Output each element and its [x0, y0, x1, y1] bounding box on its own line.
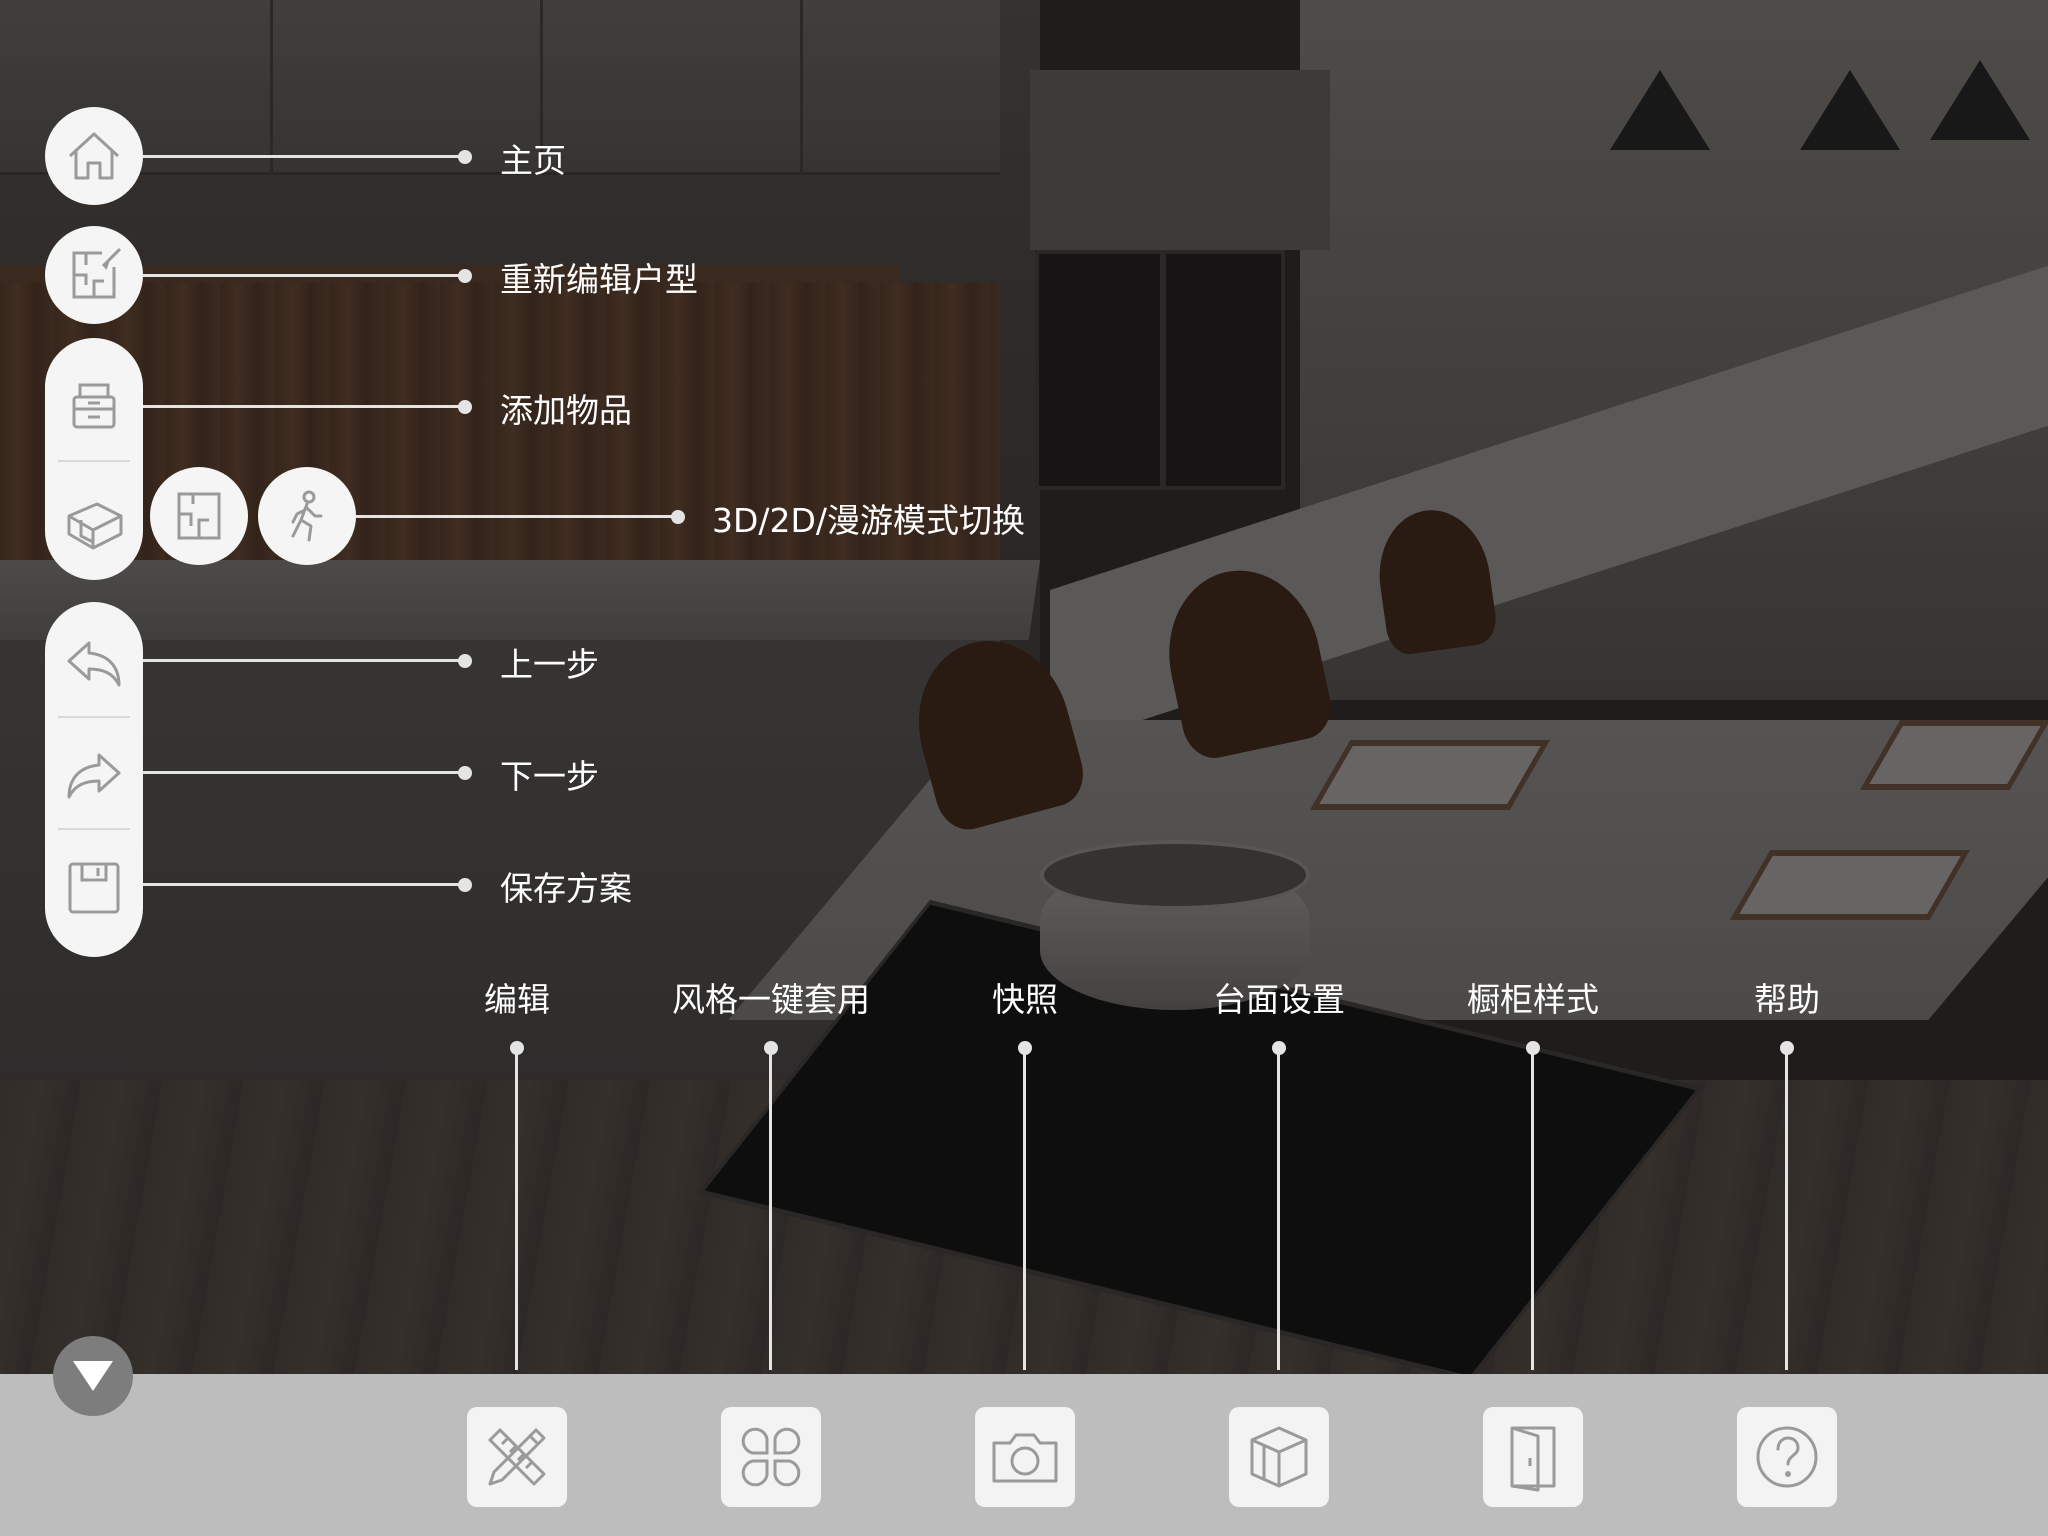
callout-line-undo [143, 659, 463, 662]
callout-line-style [769, 1048, 772, 1370]
save-icon [64, 858, 124, 918]
callout-line-snapshot [1023, 1048, 1026, 1370]
home-icon [64, 126, 124, 186]
home-button[interactable] [45, 107, 143, 205]
callout-line-help [1785, 1048, 1788, 1370]
help-label: 帮助 [1754, 980, 1820, 1019]
add-items-button[interactable] [45, 350, 143, 460]
countertop-label: 台面设置 [1213, 980, 1345, 1019]
redo-label: 下一步 [500, 757, 599, 796]
undo-label: 上一步 [500, 645, 599, 684]
furniture-icon [64, 375, 124, 435]
style-apply-label: 风格一键套用 [672, 980, 870, 1019]
cabinet-style-label: 橱柜样式 [1467, 980, 1599, 1019]
cabinet-style-button[interactable] [1483, 1407, 1583, 1507]
chevron-down-icon [71, 1359, 115, 1393]
save-label: 保存方案 [500, 869, 632, 908]
help-icon [1752, 1422, 1822, 1492]
snapshot-button[interactable] [975, 1407, 1075, 1507]
home-label: 主页 [500, 141, 566, 180]
2d-floorplan-icon [171, 488, 227, 544]
ruler-pencil-icon [482, 1422, 552, 1492]
callout-line-view-mode [356, 515, 676, 518]
save-button[interactable] [45, 833, 143, 943]
callout-line-save [143, 883, 463, 886]
redo-icon [63, 745, 125, 807]
view-mode-label: 3D/2D/漫游模式切换 [712, 501, 1026, 540]
callout-line-countertop [1277, 1048, 1280, 1370]
cube-icon [1244, 1422, 1314, 1492]
3d-mode-button[interactable] [45, 466, 143, 576]
add-and-view-pill [45, 338, 143, 580]
edit-label: 编辑 [484, 980, 550, 1019]
style-grid-icon [735, 1421, 807, 1493]
3d-box-icon [63, 490, 125, 552]
help-button[interactable] [1737, 1407, 1837, 1507]
re-edit-floorplan-label: 重新编辑户型 [500, 260, 698, 299]
floorplan-edit-icon [64, 245, 124, 305]
walk-icon [279, 488, 335, 544]
countertop-button[interactable] [1229, 1407, 1329, 1507]
callout-line-cabinet [1531, 1048, 1534, 1370]
edit-button[interactable] [467, 1407, 567, 1507]
callout-line-edit [515, 1048, 518, 1370]
snapshot-label: 快照 [992, 980, 1058, 1019]
callout-line-re-edit [143, 274, 463, 277]
undo-button[interactable] [45, 609, 143, 719]
undo-icon [63, 633, 125, 695]
callout-line-redo [143, 771, 463, 774]
collapse-toolbar-button[interactable] [53, 1336, 133, 1416]
door-icon [1500, 1422, 1566, 1492]
walk-mode-button[interactable] [258, 467, 356, 565]
2d-mode-button[interactable] [150, 467, 248, 565]
history-pill [45, 602, 143, 957]
callout-line-add-items [143, 405, 463, 408]
camera-icon [988, 1425, 1062, 1489]
add-items-label: 添加物品 [500, 391, 632, 430]
callout-line-home [143, 155, 463, 158]
redo-button[interactable] [45, 721, 143, 831]
style-apply-button[interactable] [721, 1407, 821, 1507]
re-edit-floorplan-button[interactable] [45, 226, 143, 324]
